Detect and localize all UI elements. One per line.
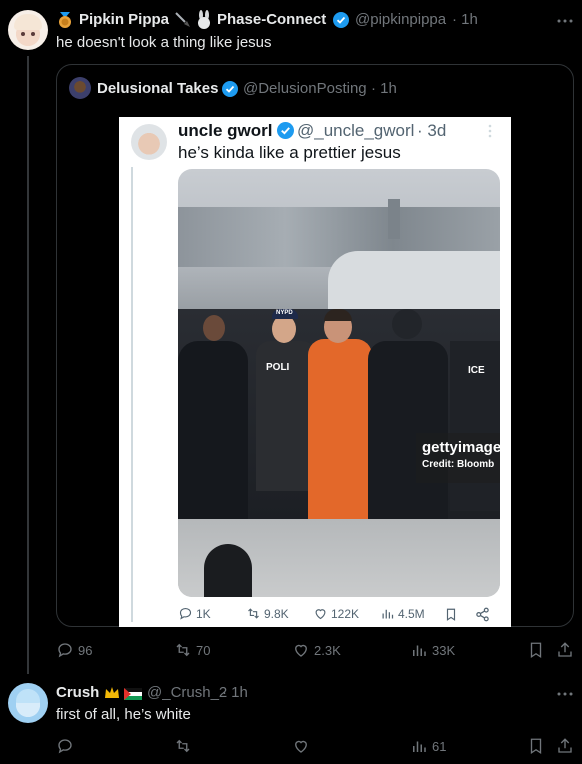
embedded-time: · 3d xyxy=(417,121,447,140)
embedded-handle: @_uncle_gworl xyxy=(297,121,415,140)
share-icon[interactable] xyxy=(556,641,574,659)
verified-icon xyxy=(333,12,349,28)
medal-icon xyxy=(56,11,74,29)
reply-heart-icon[interactable] xyxy=(292,737,310,755)
reply-display-name[interactable]: Crush xyxy=(56,684,99,701)
embedded-thread-line xyxy=(131,167,133,622)
vest-police-label: POLI xyxy=(266,362,290,373)
repost-count: 70 xyxy=(196,642,211,658)
flag-icon xyxy=(124,687,142,700)
like-count: 2.3K xyxy=(314,642,341,658)
embedded-like: 122K xyxy=(313,606,359,621)
embedded-share-icon xyxy=(475,607,490,622)
embedded-repost: 9.8K xyxy=(246,606,289,621)
thread-line xyxy=(27,56,29,674)
vest-ice-label: ICE xyxy=(468,365,485,376)
crown-icon xyxy=(103,684,121,702)
main-post-text: he doesn't look a thing like jesus xyxy=(56,34,272,51)
quoted-display-name[interactable]: Delusional Takes xyxy=(97,80,218,97)
reply-handle[interactable]: @_Crush_2 xyxy=(147,684,227,701)
embedded-reply: 1K xyxy=(178,606,211,621)
arrest-photo: POLI NYPD ICE gettyimage Credit: Bloomb xyxy=(178,169,500,597)
reply-repost-icon[interactable] xyxy=(174,737,192,755)
reply-icon xyxy=(58,643,72,658)
reply-post-text: first of all, he’s white xyxy=(56,706,191,723)
more-options-icon[interactable] xyxy=(556,12,574,30)
bookmark-icon[interactable] xyxy=(527,641,545,659)
quoted-verified-icon xyxy=(222,81,238,97)
views-button[interactable]: 33K xyxy=(410,641,455,659)
avatar-delusional-takes[interactable] xyxy=(69,77,91,99)
embedded-views: 4.5M xyxy=(380,606,425,621)
getty-credit: Credit: Bloomb xyxy=(422,459,495,470)
getty-watermark: gettyimage xyxy=(422,439,500,456)
embedded-more-icon xyxy=(487,123,493,139)
like-button[interactable]: 2.3K xyxy=(292,641,341,659)
embedded-text: he’s kinda like a prettier jesus xyxy=(178,143,401,162)
reply-button[interactable]: 96 xyxy=(56,641,92,659)
reply-reply-icon[interactable] xyxy=(56,737,74,755)
views-count: 33K xyxy=(432,642,456,658)
reply-views-count: 61 xyxy=(432,738,447,754)
main-name-suffix[interactable]: Phase-Connect xyxy=(217,11,326,28)
reply-share-icon[interactable] xyxy=(556,737,574,755)
views-icon xyxy=(382,609,394,619)
heart-icon xyxy=(295,644,307,657)
repost-icon xyxy=(248,608,259,619)
main-handle[interactable]: @pipkinpippa xyxy=(355,11,446,28)
reply-bookmark-icon[interactable] xyxy=(527,737,545,755)
avatar-uncle-gworl xyxy=(131,124,167,160)
reply-count: 96 xyxy=(78,642,93,658)
sword-icon xyxy=(174,11,192,29)
repost-button[interactable]: 70 xyxy=(174,641,210,659)
bunny-icon xyxy=(195,10,213,30)
embedded-display-name: uncle gworl xyxy=(178,121,273,140)
main-display-name[interactable]: Pipkin Pippa xyxy=(79,11,169,28)
embedded-verified-icon xyxy=(277,122,294,139)
views-icon xyxy=(413,645,426,656)
quoted-time[interactable]: · 1h xyxy=(371,80,397,97)
views-icon xyxy=(413,741,426,752)
embedded-bookmark-icon xyxy=(444,607,458,622)
repost-icon xyxy=(176,643,190,657)
reply-more-options-icon[interactable] xyxy=(556,685,574,703)
cap-nypd-label: NYPD xyxy=(276,310,293,316)
reply-views-button[interactable]: 61 xyxy=(410,737,446,755)
avatar-crush[interactable] xyxy=(8,683,48,723)
reply-time[interactable]: · 1h xyxy=(222,684,248,701)
heart-icon xyxy=(315,609,326,620)
avatar-pipkin-pippa[interactable] xyxy=(8,10,48,50)
reply-icon xyxy=(179,607,192,620)
embedded-tweet-screenshot[interactable]: uncle gworl @_uncle_gworl · 3d he’s kind… xyxy=(119,117,511,627)
main-time[interactable]: · 1h xyxy=(452,11,478,28)
quoted-handle[interactable]: @DelusionPosting xyxy=(243,80,367,97)
